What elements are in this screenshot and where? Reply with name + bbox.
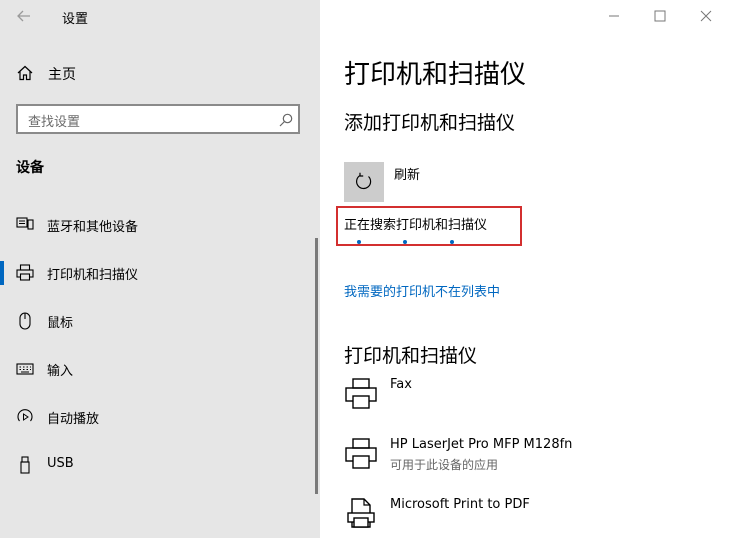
search-placeholder: 查找设置: [28, 115, 81, 130]
section-title: 设备: [16, 160, 44, 176]
sidebar-item-label: 自动播放: [47, 412, 100, 427]
sidebar: 设置 主页 查找设置 设备 蓝牙和其他设备 打印机和扫描仪 鼠标 输入 自动播放…: [0, 0, 320, 538]
refresh-label[interactable]: 刷新: [394, 164, 420, 183]
printer-icon: [16, 264, 34, 281]
page-title: 打印机和扫描仪: [344, 60, 527, 90]
sidebar-item-label: 输入: [47, 364, 74, 379]
printer-icon: [345, 378, 377, 409]
refresh-button[interactable]: [344, 162, 384, 202]
usb-icon: [20, 456, 30, 474]
titlebar: 设置: [0, 0, 320, 32]
searching-status: 正在搜索打印机和扫描仪: [344, 218, 488, 233]
printer-icon: [345, 438, 377, 469]
home-icon: [17, 65, 33, 81]
search-input[interactable]: 查找设置: [16, 104, 300, 134]
printer-name: Microsoft Print to PDF: [390, 497, 530, 512]
printer-item-fax[interactable]: Fax: [344, 377, 724, 421]
printer-item-pdf[interactable]: Microsoft Print to PDF: [344, 497, 724, 541]
search-icon: [279, 113, 293, 127]
keyboard-icon: [16, 363, 34, 375]
add-section-title: 添加打印机和扫描仪: [344, 112, 516, 134]
home-nav[interactable]: 主页: [16, 62, 296, 86]
printer-item-hp[interactable]: HP LaserJet Pro MFP M128fn 可用于此设备的应用: [344, 437, 724, 481]
sidebar-item-mouse[interactable]: 鼠标: [0, 305, 316, 337]
pdf-printer-icon: [347, 498, 375, 528]
sidebar-item-input[interactable]: 输入: [0, 353, 316, 385]
printer-status: 可用于此设备的应用: [390, 458, 499, 472]
printers-section-title: 打印机和扫描仪: [344, 345, 478, 367]
sidebar-item-printers[interactable]: 打印机和扫描仪: [0, 257, 316, 289]
printer-name: HP LaserJet Pro MFP M128fn: [390, 437, 573, 452]
sidebar-item-label: 蓝牙和其他设备: [47, 220, 139, 235]
active-indicator: [0, 261, 4, 285]
sidebar-item-label: 打印机和扫描仪: [47, 268, 139, 283]
progress-dot: [403, 240, 407, 244]
printer-not-listed-link[interactable]: 我需要的打印机不在列表中: [344, 281, 500, 300]
progress-dot: [450, 240, 454, 244]
back-button[interactable]: [14, 6, 34, 26]
refresh-icon: [356, 172, 372, 190]
app-title: 设置: [62, 12, 89, 27]
main-content: 打印机和扫描仪 添加打印机和扫描仪 刷新 正在搜索打印机和扫描仪 我需要的打印机…: [320, 0, 744, 538]
sidebar-item-label: USB: [47, 456, 74, 471]
sidebar-item-usb[interactable]: USB: [0, 449, 316, 481]
sidebar-item-label: 鼠标: [47, 316, 74, 331]
autoplay-icon: [17, 409, 33, 422]
home-label: 主页: [48, 67, 76, 83]
bluetooth-devices-icon: [16, 217, 34, 230]
sidebar-item-autoplay[interactable]: 自动播放: [0, 401, 316, 433]
progress-dot: [357, 240, 361, 244]
sidebar-scrollbar[interactable]: [315, 238, 318, 494]
mouse-icon: [19, 312, 31, 330]
printer-name: Fax: [390, 377, 412, 392]
sidebar-item-bluetooth[interactable]: 蓝牙和其他设备: [0, 209, 316, 241]
back-arrow-icon: [17, 10, 30, 22]
